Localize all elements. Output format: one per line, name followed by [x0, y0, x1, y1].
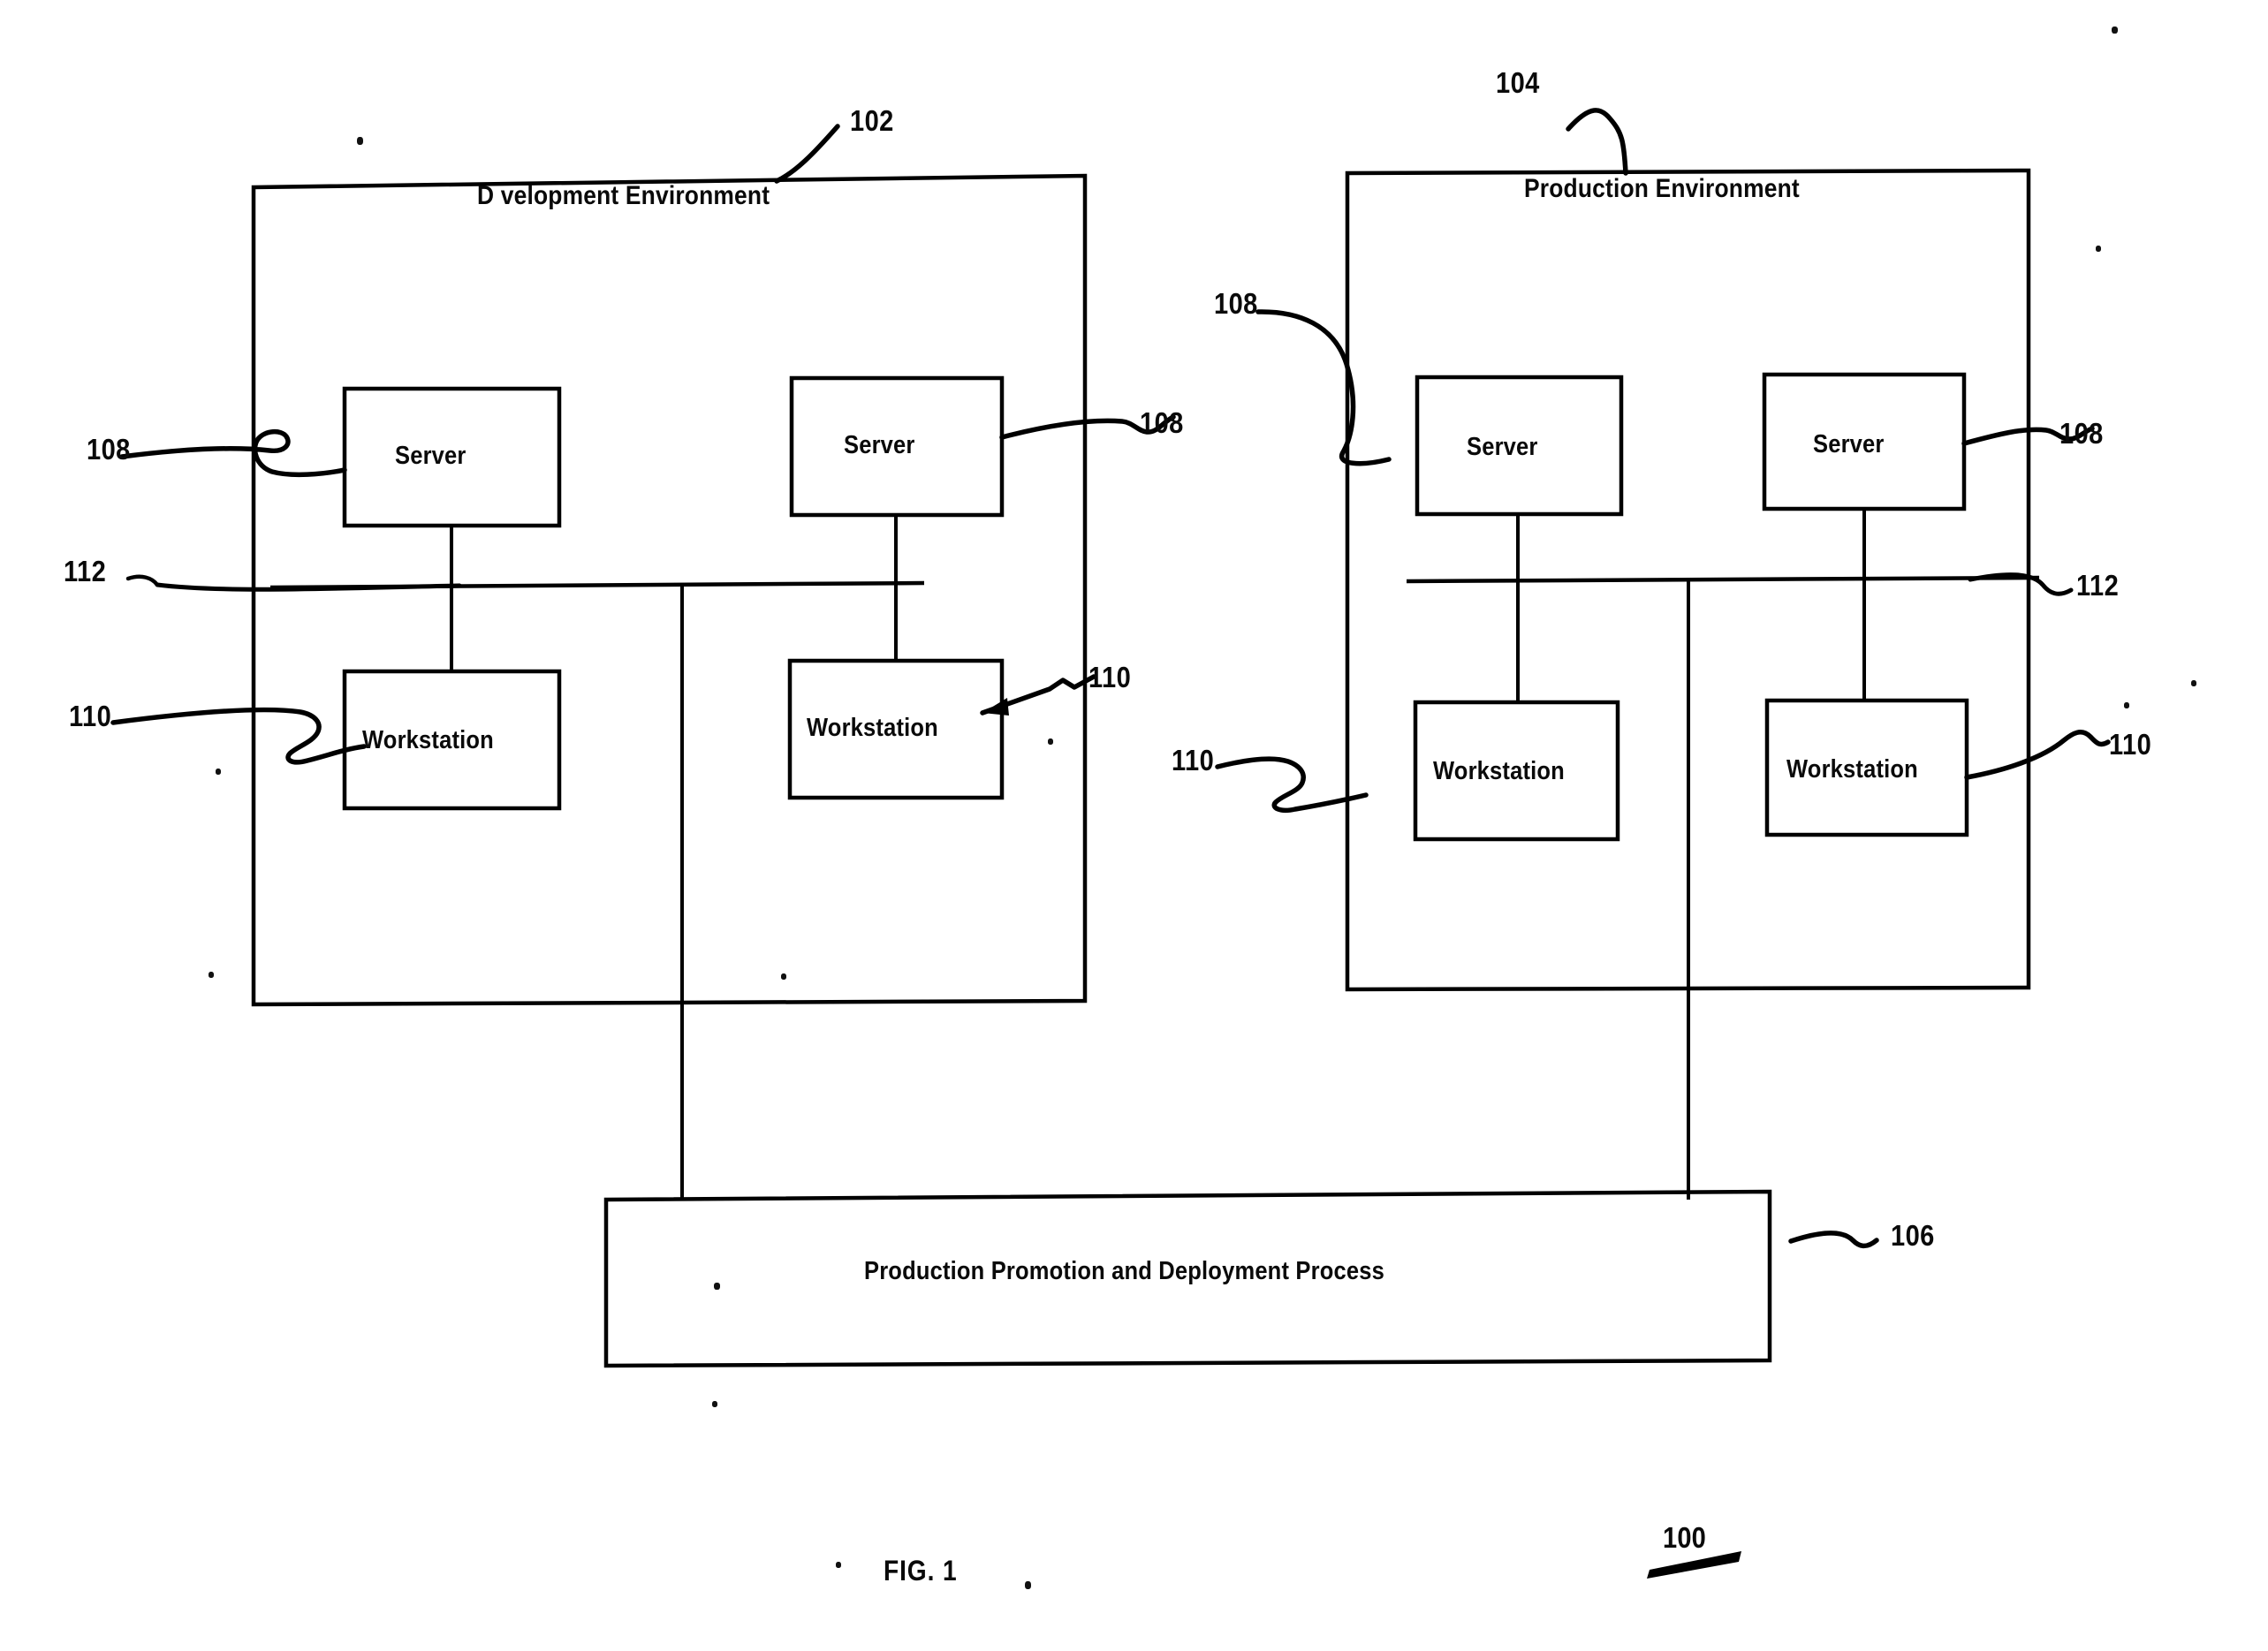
scan-speck — [1048, 738, 1053, 745]
ref-leader-102 — [774, 124, 840, 184]
scan-speck — [2112, 27, 2118, 34]
ref-leader-108-prod-left — [1255, 309, 1392, 466]
prod-network-bus — [1406, 575, 2040, 584]
scan-speck — [2191, 680, 2196, 686]
scan-speck — [781, 973, 786, 980]
figure-line-art — [110, 108, 2111, 1579]
development-environment-box — [251, 173, 1088, 1007]
ref-numeral-108-dev-right: 108 — [1140, 406, 1184, 439]
development-environment-title: D velopment Environment — [477, 181, 770, 210]
scan-speck — [2124, 702, 2129, 708]
figure-caption: FIG. 1 — [884, 1555, 958, 1587]
ref-numeral-110-prod-right: 110 — [2109, 728, 2152, 761]
prod-workstation-right-label: Workstation — [1786, 755, 1918, 784]
ref-numeral-110-dev-left: 110 — [69, 700, 112, 732]
ref-numeral-102: 102 — [850, 104, 894, 137]
ref-leader-110-prod-left — [1215, 756, 1369, 814]
ref-numeral-110-prod-left: 110 — [1172, 744, 1215, 776]
scan-speck — [357, 137, 363, 145]
ref-numeral-106: 106 — [1891, 1219, 1935, 1252]
dev-workstation-right-label: Workstation — [807, 714, 938, 742]
ref-leader-110-dev-left — [110, 707, 367, 765]
ref-leader-106 — [1788, 1231, 1879, 1249]
scan-speck — [714, 1283, 720, 1290]
dev-workstation-left-label: Workstation — [362, 726, 494, 754]
ref-leader-108-dev-left — [119, 429, 347, 478]
scan-speck — [836, 1562, 841, 1568]
prod-workstation-left-label: Workstation — [1433, 757, 1565, 785]
prod-server-left-label: Server — [1467, 433, 1538, 461]
ref-numeral-108-dev-left: 108 — [87, 433, 131, 466]
dev-server-right-label: Server — [844, 431, 915, 459]
ref-numeral-108-prod-left: 108 — [1214, 287, 1258, 320]
system-reference-numeral: 100 — [1663, 1521, 1706, 1554]
production-environment-title: Production Environment — [1524, 174, 1800, 203]
ref-numeral-112-dev: 112 — [64, 555, 107, 587]
prod-server-right-label: Server — [1813, 430, 1885, 458]
process-box-label: Production Promotion and Deployment Proc… — [864, 1257, 1384, 1285]
ref-arrow-110-dev-right — [982, 698, 1009, 716]
ref-leader-112-dev — [125, 574, 160, 587]
ref-numeral-104: 104 — [1496, 66, 1540, 99]
ref-leader-104 — [1566, 108, 1628, 176]
scan-speck — [209, 972, 214, 978]
ref-numeral-112-prod: 112 — [2076, 569, 2120, 602]
scan-speck — [712, 1401, 717, 1407]
dev-server-left-label: Server — [395, 442, 466, 470]
scan-speck — [2096, 246, 2101, 252]
patent-figure: D velopment Environment Production Envir… — [0, 0, 2268, 1651]
scan-speck — [216, 769, 221, 775]
ref-leader-110-prod-right — [1964, 730, 2111, 780]
scan-speck — [1025, 1581, 1031, 1589]
system-ref-underline — [1647, 1551, 1741, 1579]
ref-numeral-110-dev-right: 110 — [1088, 661, 1132, 693]
ref-numeral-108-prod-right: 108 — [2059, 417, 2104, 450]
